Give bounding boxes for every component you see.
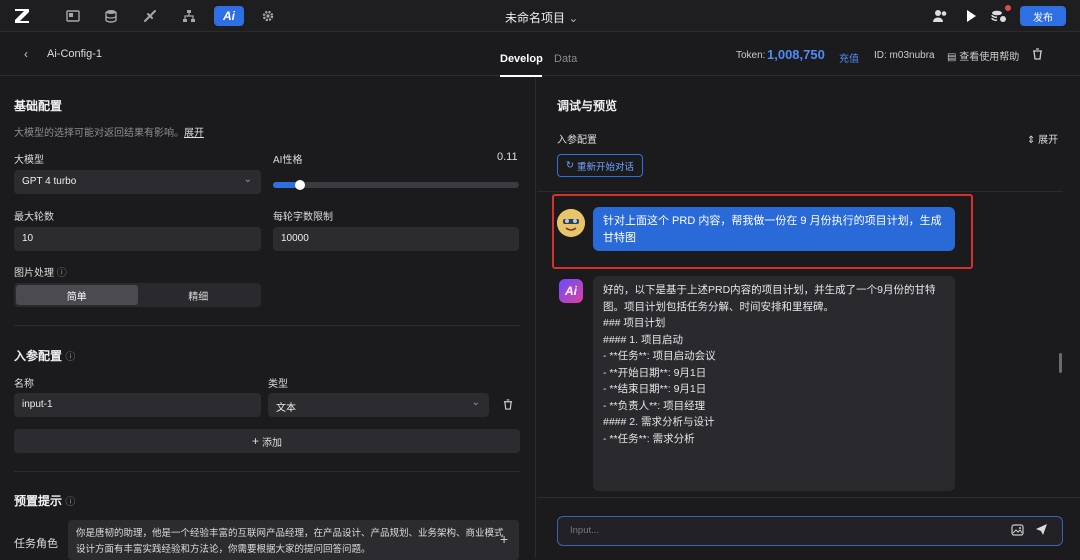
chat-scrollbar[interactable]: [1059, 353, 1062, 373]
chevron-down-icon: ⌄: [568, 11, 579, 25]
ai-icon[interactable]: Ai: [214, 6, 244, 26]
ai-line: #### 2. 需求分析与设计: [603, 416, 715, 428]
publish-button[interactable]: 发布: [1020, 6, 1066, 26]
prompt-title: 预置提示 ⓘ: [14, 494, 76, 508]
app-logo[interactable]: [12, 6, 32, 26]
image-processing-label: 图片处理 ⓘ: [14, 268, 67, 279]
highlight-box: [552, 194, 973, 269]
ai-message: 好的，以下是基于上述PRD内容的项目计划，并生成了一个9月份的甘特 图。项目计划…: [593, 276, 955, 491]
back-arrow-icon[interactable]: ‹: [24, 47, 28, 61]
image-option-fine[interactable]: 精细: [138, 285, 260, 305]
refresh-icon: ↻: [566, 160, 574, 171]
ai-line: ### 项目计划: [603, 317, 666, 329]
chevron-down-icon: ⌄: [471, 397, 480, 408]
expand-link[interactable]: 展开: [184, 128, 204, 139]
plugin-icon[interactable]: [141, 7, 159, 25]
rounds-input[interactable]: 10: [14, 227, 261, 251]
config-id: ID: m03nubra: [874, 50, 935, 61]
top-bar: Ai 未命名项目 ⌄ 发布: [0, 0, 1080, 32]
add-param-button[interactable]: + 添加: [14, 429, 520, 453]
rounds-label: 最大轮数: [14, 212, 54, 223]
divider: [14, 471, 520, 472]
restart-conversation-button[interactable]: ↻ 重新开始对话: [557, 154, 643, 177]
database-icon[interactable]: [102, 7, 120, 25]
image-option-simple[interactable]: 简单: [16, 285, 138, 305]
preview-title: 调试与预览: [557, 99, 618, 113]
token-label: Token:: [736, 50, 766, 61]
model-select[interactable]: GPT 4 turbo ⌄: [14, 170, 261, 194]
delete-icon[interactable]: [1032, 48, 1043, 63]
preview-params-label: 入参配置: [557, 135, 597, 146]
ai-line: - **结束日期**: 9月1日: [603, 383, 707, 395]
info-icon[interactable]: ⓘ: [65, 352, 75, 363]
divider: [14, 325, 520, 326]
notification-dot: [1005, 5, 1011, 11]
params-title: 入参配置 ⓘ: [14, 349, 76, 363]
ai-line: 图。项目计划包括任务分解、时间安排和里程碑。: [603, 300, 834, 313]
divider: [537, 497, 1080, 498]
divider: [537, 191, 1063, 192]
send-icon[interactable]: [1035, 523, 1048, 539]
delete-param-icon[interactable]: [503, 399, 513, 413]
personality-slider[interactable]: [273, 180, 519, 190]
document-icon: ▤: [947, 52, 957, 63]
param-name-input[interactable]: input-1: [14, 393, 261, 417]
chat-input[interactable]: Input...: [557, 516, 1063, 546]
ai-avatar-icon: Ai: [559, 279, 583, 303]
play-icon[interactable]: [962, 7, 980, 25]
basic-config-desc: 大模型的选择可能对返回结果有影响。展开: [14, 128, 204, 139]
chevron-down-icon: ⌄: [243, 174, 252, 185]
slider-handle[interactable]: [295, 180, 306, 190]
basic-config-title: 基础配置: [14, 99, 63, 113]
words-input[interactable]: 10000: [273, 227, 519, 251]
help-link[interactable]: ▤ 查看使用帮助: [947, 48, 1019, 63]
config-header: ‹ Ai-Config-1 Develop Data Token: 1,008,…: [0, 33, 1080, 77]
layout-icon[interactable]: [64, 7, 82, 25]
users-icon[interactable]: [931, 7, 949, 25]
model-label: 大模型: [14, 155, 44, 166]
tab-data[interactable]: Data: [554, 53, 577, 65]
param-name-header: 名称: [14, 379, 34, 390]
personality-label: AI性格: [273, 155, 303, 166]
preview-expand-toggle[interactable]: ⇕ 展开: [1027, 131, 1058, 146]
project-title[interactable]: 未命名项目 ⌄: [505, 9, 578, 26]
words-label: 每轮字数限制: [273, 212, 333, 223]
role-textarea[interactable]: 你是唐韧的助理，他是一个经验丰富的互联网产品经理，在产品设计、产品规划、业务架构…: [68, 520, 519, 560]
ai-line: #### 1. 项目启动: [603, 333, 683, 346]
tab-develop[interactable]: Develop: [500, 53, 543, 65]
config-panel: 基础配置 大模型的选择可能对返回结果有影响。展开 大模型 GPT 4 turbo…: [0, 77, 536, 560]
role-label: 任务角色: [14, 538, 58, 550]
image-processing-toggle: 简单 精细: [14, 283, 261, 307]
personality-value: 0.11: [497, 151, 518, 163]
gear-icon[interactable]: [259, 7, 277, 25]
recharge-link[interactable]: 充值: [839, 50, 859, 65]
ai-line: - **开始日期**: 9月1日: [603, 366, 707, 379]
plus-icon[interactable]: +: [500, 531, 508, 547]
config-name: Ai-Config-1: [47, 48, 103, 60]
info-icon[interactable]: ⓘ: [57, 268, 67, 279]
ai-line: 好的，以下是基于上述PRD内容的项目计划，并生成了一个9月份的甘特: [603, 284, 936, 296]
debug-preview-panel: 调试与预览 入参配置 ⇕ 展开 ↻ 重新开始对话 针对上面这个 PRD 内容，帮我…: [537, 77, 1080, 558]
info-icon[interactable]: ⓘ: [65, 497, 75, 508]
image-upload-icon[interactable]: [1011, 524, 1024, 539]
param-type-header: 类型: [268, 379, 288, 390]
workflow-icon[interactable]: [180, 7, 198, 25]
param-type-select[interactable]: 文本 ⌄: [268, 393, 489, 417]
plus-icon: +: [251, 434, 259, 448]
ai-line: - **任务**: 需求分析: [603, 432, 695, 445]
ai-line: - **负责人**: 项目经理: [603, 399, 706, 412]
chevron-updown-icon: ⇕: [1027, 135, 1036, 146]
ai-line: - **任务**: 项目启动会议: [603, 350, 716, 362]
token-value: 1,008,750: [767, 47, 825, 62]
